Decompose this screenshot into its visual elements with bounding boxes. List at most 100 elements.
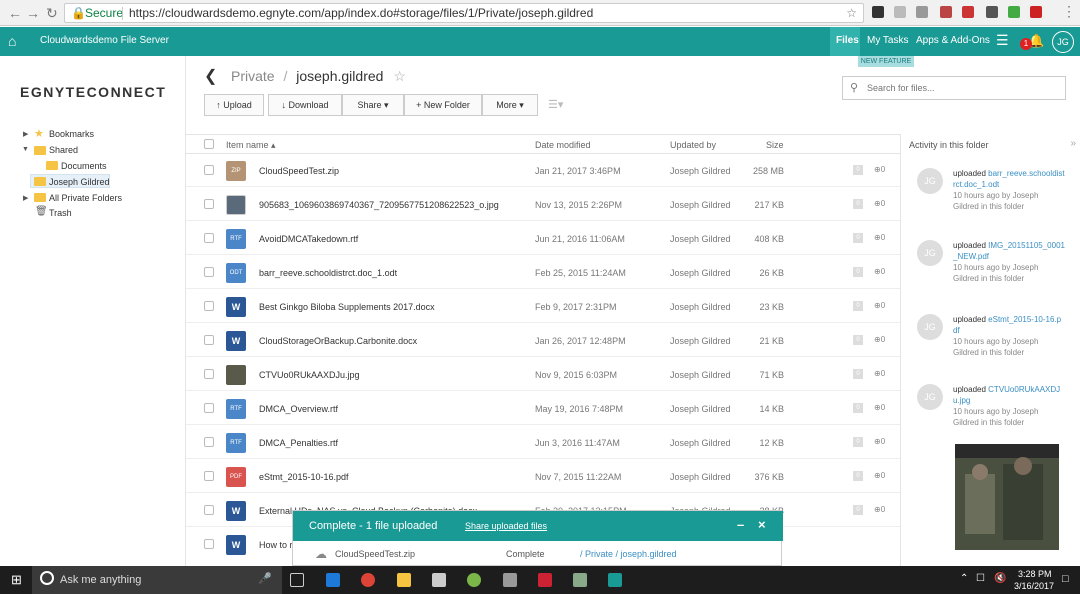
file-row[interactable]: W Best Ginkgo Biloba Supplements 2017.do… bbox=[186, 290, 900, 323]
download-button[interactable]: ↓ Download bbox=[268, 94, 342, 116]
share-button[interactable]: Share ▾ bbox=[342, 94, 404, 116]
comment-count-icon[interactable]: 0 bbox=[853, 505, 863, 515]
egnyte-app-icon[interactable] bbox=[608, 573, 622, 587]
more-button[interactable]: More ▾ bbox=[482, 94, 538, 116]
url-text[interactable]: https://cloudwardsdemo.egnyte.com/app/in… bbox=[129, 4, 593, 22]
file-row[interactable]: PDF eStmt_2015-10-16.pdf Nov 7, 2015 11:… bbox=[186, 460, 900, 493]
versions-icon[interactable]: ⊕0 bbox=[874, 505, 885, 514]
microphone-icon[interactable]: 🎤 bbox=[258, 572, 272, 585]
comment-count-icon[interactable]: 0 bbox=[853, 301, 863, 311]
home-icon[interactable]: ⌂ bbox=[8, 33, 16, 49]
comment-count-icon[interactable]: 0 bbox=[853, 369, 863, 379]
extension-pocket-icon[interactable] bbox=[986, 6, 998, 18]
comment-count-icon[interactable]: 0 bbox=[853, 165, 863, 175]
new-folder-button[interactable]: + New Folder bbox=[404, 94, 482, 116]
game-app-icon[interactable] bbox=[538, 573, 552, 587]
back-chevron-icon[interactable]: ❮ bbox=[204, 66, 217, 86]
expand-caret-icon[interactable]: ▶ bbox=[23, 130, 28, 138]
edge-browser-icon[interactable] bbox=[326, 573, 340, 587]
versions-icon[interactable]: ⊕0 bbox=[874, 301, 885, 310]
versions-icon[interactable]: ⊕0 bbox=[874, 267, 885, 276]
sidebar-item-documents[interactable]: Documents bbox=[61, 161, 107, 171]
versions-icon[interactable]: ⊕0 bbox=[874, 403, 885, 412]
file-row[interactable]: RTF DMCA_Overview.rtf May 19, 2016 7:48P… bbox=[186, 392, 900, 425]
row-checkbox[interactable] bbox=[204, 437, 214, 447]
select-all-checkbox[interactable] bbox=[204, 139, 214, 149]
search-input[interactable] bbox=[867, 79, 1057, 97]
row-checkbox[interactable] bbox=[204, 471, 214, 481]
comment-count-icon[interactable]: 0 bbox=[853, 267, 863, 277]
file-row[interactable]: 905683_1069603869740367_7209567751208622… bbox=[186, 188, 900, 221]
file-explorer-icon[interactable] bbox=[397, 573, 411, 587]
breadcrumb-private[interactable]: Private bbox=[231, 68, 275, 84]
file-name[interactable]: AvoidDMCATakedown.rtf bbox=[259, 234, 358, 244]
reload-icon[interactable]: ↻ bbox=[46, 5, 58, 22]
task-view-icon[interactable] bbox=[290, 573, 304, 587]
col-date-modified[interactable]: Date modified bbox=[535, 140, 591, 150]
activity-image-preview[interactable] bbox=[955, 444, 1059, 550]
tray-chevron-icon[interactable]: ⌃ bbox=[960, 573, 968, 584]
file-row[interactable]: W CloudStorageOrBackup.Carbonite.docx Ja… bbox=[186, 324, 900, 357]
search-box[interactable]: ⚲ bbox=[842, 76, 1066, 100]
view-list-icon[interactable]: ☰▾ bbox=[548, 98, 563, 111]
notifications-icon[interactable]: □ bbox=[1062, 573, 1069, 585]
comment-count-icon[interactable]: 0 bbox=[853, 199, 863, 209]
sidebar-item-joseph-gildred[interactable]: Joseph Gildred bbox=[49, 177, 110, 187]
row-checkbox[interactable] bbox=[204, 505, 214, 515]
windows-start-icon[interactable]: ⊞ bbox=[11, 572, 22, 588]
versions-icon[interactable]: ⊕0 bbox=[874, 369, 885, 378]
egnyte-connect-logo[interactable]: EGNYTECONNECT bbox=[20, 84, 166, 100]
versions-icon[interactable]: ⊕0 bbox=[874, 199, 885, 208]
file-name[interactable]: 905683_1069603869740367_7209567751208622… bbox=[259, 200, 499, 210]
collapse-caret-icon[interactable]: ▼ bbox=[22, 146, 29, 153]
share-uploaded-files-link[interactable]: Share uploaded files bbox=[465, 521, 547, 531]
user-avatar[interactable]: JG bbox=[1052, 31, 1074, 53]
extension-mail-icon[interactable] bbox=[962, 6, 974, 18]
file-name[interactable]: DMCA_Overview.rtf bbox=[259, 404, 338, 414]
hamburger-menu-icon[interactable]: ☰ bbox=[996, 32, 1009, 49]
file-row[interactable]: ODT barr_reeve.schooldistrct.doc_1.odt F… bbox=[186, 256, 900, 289]
address-bar[interactable]: 🔒 Secure https://cloudwardsdemo.egnyte.c… bbox=[64, 3, 864, 23]
volume-icon[interactable]: 🔇 bbox=[994, 573, 1006, 584]
extension-cloud-icon[interactable] bbox=[894, 6, 906, 18]
notepad-icon[interactable] bbox=[503, 573, 517, 587]
comment-count-icon[interactable]: 0 bbox=[853, 471, 863, 481]
row-checkbox[interactable] bbox=[204, 267, 214, 277]
col-item-name[interactable]: Item name ▴ bbox=[226, 140, 276, 151]
file-name[interactable]: Best Ginkgo Biloba Supplements 2017.docx bbox=[259, 302, 435, 312]
cortana-search-text[interactable]: Ask me anything bbox=[60, 574, 141, 586]
row-checkbox[interactable] bbox=[204, 233, 214, 243]
expand-caret-icon[interactable]: ▶ bbox=[23, 194, 28, 202]
file-row[interactable]: RTF DMCA_Penalties.rtf Jun 3, 2016 11:47… bbox=[186, 426, 900, 459]
file-row[interactable]: CTVUo0RUkAAXDJu.jpg Nov 9, 2015 6:03PM J… bbox=[186, 358, 900, 391]
col-updated-by[interactable]: Updated by bbox=[670, 140, 716, 150]
cortana-search-box[interactable]: Ask me anything 🎤 bbox=[32, 566, 282, 594]
file-name[interactable]: How to r bbox=[259, 540, 293, 550]
app-icon[interactable] bbox=[573, 573, 587, 587]
sidebar-item-trash[interactable]: Trash bbox=[49, 208, 72, 218]
store-icon[interactable] bbox=[432, 573, 446, 587]
favorite-star-icon[interactable]: ☆ bbox=[393, 68, 406, 84]
clock-date[interactable]: 3/16/2017 bbox=[1014, 581, 1054, 591]
file-row[interactable]: ZIP CloudSpeedTest.zip Jan 21, 2017 3:46… bbox=[186, 154, 900, 187]
nav-my-tasks[interactable]: My Tasks bbox=[867, 35, 909, 46]
extension-lastpass-icon[interactable] bbox=[1030, 6, 1042, 18]
sidebar-item-bookmarks[interactable]: Bookmarks bbox=[49, 129, 94, 139]
file-name[interactable]: eStmt_2015-10-16.pdf bbox=[259, 472, 349, 482]
file-row[interactable]: RTF AvoidDMCATakedown.rtf Jun 21, 2016 1… bbox=[186, 222, 900, 255]
extension-shield-icon[interactable] bbox=[872, 6, 884, 18]
file-name[interactable]: CloudSpeedTest.zip bbox=[259, 166, 339, 176]
row-checkbox[interactable] bbox=[204, 369, 214, 379]
file-name[interactable]: CloudStorageOrBackup.Carbonite.docx bbox=[259, 336, 417, 346]
extension-clip-icon[interactable] bbox=[916, 6, 928, 18]
sidebar-item-shared[interactable]: Shared bbox=[49, 145, 78, 155]
row-checkbox[interactable] bbox=[204, 335, 214, 345]
close-icon[interactable]: × bbox=[758, 517, 766, 532]
row-checkbox[interactable] bbox=[204, 165, 214, 175]
chrome-browser-icon[interactable] bbox=[361, 573, 375, 587]
nav-files[interactable]: Files bbox=[836, 35, 859, 46]
minimize-icon[interactable]: – bbox=[737, 517, 744, 532]
sidebar-item-all-private-folders[interactable]: All Private Folders bbox=[49, 193, 122, 203]
comment-count-icon[interactable]: 0 bbox=[853, 335, 863, 345]
file-name[interactable]: CTVUo0RUkAAXDJu.jpg bbox=[259, 370, 360, 380]
